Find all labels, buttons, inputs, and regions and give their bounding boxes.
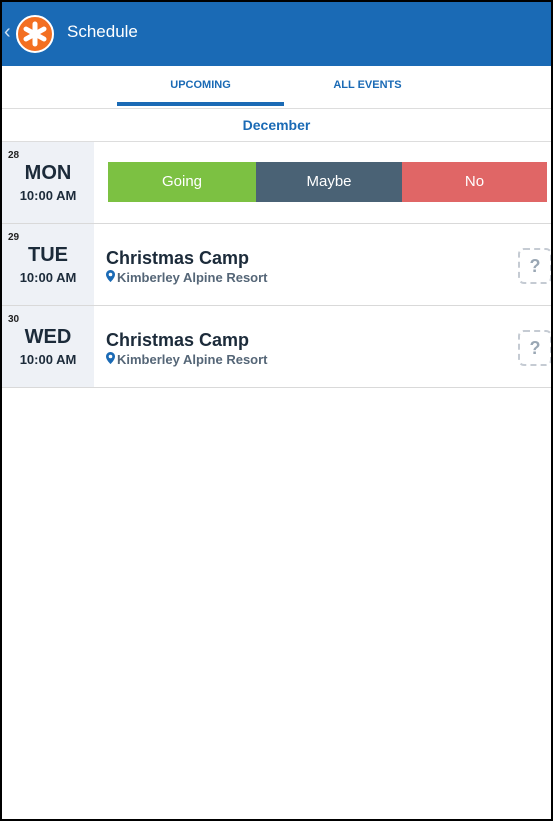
day-name: MON	[24, 162, 72, 184]
back-chevron-icon[interactable]: ‹	[4, 20, 11, 44]
no-button[interactable]: No	[402, 162, 547, 202]
date-column: 28 MON 10:00 AM	[2, 142, 94, 223]
list-item[interactable]: 29 TUE 10:00 AM Christmas Camp Kimberley…	[2, 224, 551, 306]
day-number: 30	[8, 314, 20, 325]
location-pin-icon	[106, 270, 115, 285]
day-number: 29	[8, 232, 20, 243]
app-frame: ‹ Schedule UPCOMING ALL EVENTS December …	[0, 0, 553, 821]
going-button[interactable]: Going	[108, 162, 256, 202]
location-label: Kimberley Alpine Resort	[117, 270, 268, 285]
page-title: Schedule	[67, 22, 138, 41]
active-tab-indicator	[117, 102, 284, 106]
event-time: 10:00 AM	[19, 270, 77, 285]
list-item: 28 MON 10:00 AM Going Maybe No	[2, 142, 551, 224]
month-header: December	[2, 109, 551, 142]
location-pin-icon	[106, 352, 115, 367]
day-name: WED	[24, 326, 72, 348]
app-bar: ‹ Schedule	[2, 2, 551, 66]
event-location: Kimberley Alpine Resort	[106, 270, 268, 285]
rsvp-unknown-icon[interactable]: ?	[518, 330, 551, 366]
date-column: 29 TUE 10:00 AM	[2, 224, 94, 305]
tab-bar: UPCOMING ALL EVENTS	[2, 66, 551, 109]
event-title: Christmas Camp	[106, 330, 250, 350]
tab-upcoming[interactable]: UPCOMING	[117, 66, 284, 106]
event-title: Christmas Camp	[106, 248, 250, 268]
day-name: TUE	[28, 244, 68, 266]
event-time: 10:00 AM	[19, 188, 77, 203]
event-time: 10:00 AM	[19, 352, 77, 367]
event-location: Kimberley Alpine Resort	[106, 352, 268, 367]
tab-all-events[interactable]: ALL EVENTS	[284, 66, 451, 106]
date-column: 30 WED 10:00 AM	[2, 306, 94, 387]
asterisk-logo-icon[interactable]	[16, 15, 54, 53]
rsvp-unknown-icon[interactable]: ?	[518, 248, 551, 284]
day-number: 28	[8, 150, 20, 161]
maybe-button[interactable]: Maybe	[256, 162, 402, 202]
list-item[interactable]: 30 WED 10:00 AM Christmas Camp Kimberley…	[2, 306, 551, 388]
location-label: Kimberley Alpine Resort	[117, 352, 268, 367]
